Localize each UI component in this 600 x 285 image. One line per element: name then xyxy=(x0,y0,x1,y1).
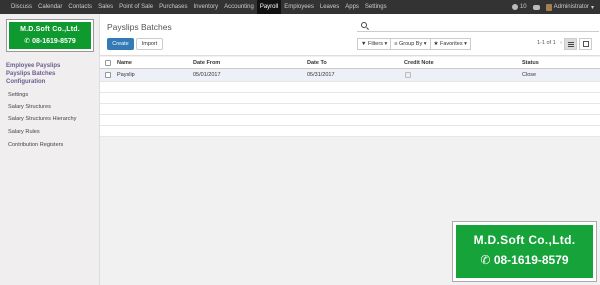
favorites-dropdown[interactable]: ★ Favorites ▾ xyxy=(429,38,471,50)
menu-employees[interactable]: Employees xyxy=(281,0,317,14)
search-options: ▼ Filters ▾ ≡ Group By ▾ ★ Favorites ▾ xyxy=(357,38,471,50)
chat-icon[interactable] xyxy=(532,4,540,10)
edit-icon xyxy=(583,41,589,47)
column-header-credit-note[interactable]: Credit Note xyxy=(404,60,434,66)
menu-leaves[interactable]: Leaves xyxy=(317,0,342,14)
empty-row xyxy=(100,104,600,115)
menu-sales[interactable]: Sales xyxy=(95,0,116,14)
logo-company-name: M.D.Soft Co.,Ltd. xyxy=(20,26,80,33)
systray: 10 Administrator ▾ xyxy=(511,0,594,14)
menu-settings[interactable]: Settings xyxy=(362,0,390,14)
menu-purchases[interactable]: Purchases xyxy=(156,0,190,14)
logo-phone: ✆ 08-1619-8579 xyxy=(9,37,91,45)
column-header-date-to[interactable]: Date To xyxy=(307,60,327,66)
avatar xyxy=(545,3,552,11)
search-input[interactable] xyxy=(357,20,599,32)
company-logo-watermark: M.D.Soft Co.,Ltd. ✆ 08-1619-8579 xyxy=(452,221,597,282)
watermark-company-name: M.D.Soft Co.,Ltd. xyxy=(473,233,576,247)
menu-apps[interactable]: Apps xyxy=(342,0,362,14)
chevron-down-icon: ▾ xyxy=(590,4,594,11)
app-menu: Discuss Calendar Contacts Sales Point of… xyxy=(0,0,390,14)
sidebar-item-contribution-registers[interactable]: Contribution Registers xyxy=(8,142,63,148)
cell-date-to: 05/31/2017 xyxy=(307,72,335,78)
list-icon xyxy=(568,42,574,47)
sidebar-item-payslips-batches[interactable]: Payslips Batches xyxy=(6,71,55,77)
empty-row xyxy=(100,115,600,126)
menu-calendar[interactable]: Calendar xyxy=(35,0,65,14)
notification-count: 10 xyxy=(519,4,527,10)
phone-icon: ✆ xyxy=(480,253,491,267)
sidebar-item-settings[interactable]: Settings xyxy=(8,92,28,98)
column-header-name[interactable]: Name xyxy=(117,60,132,66)
table-header: Name Date From Date To Credit Note Statu… xyxy=(100,57,600,69)
cell-name: Payslip xyxy=(117,72,135,78)
page-title: Payslips Batches xyxy=(107,22,172,32)
sidebar-item-employee-payslips[interactable]: Employee Payslips xyxy=(6,63,60,69)
empty-row xyxy=(100,93,600,104)
form-view-button[interactable] xyxy=(579,38,592,50)
table-row[interactable]: Payslip 05/01/2017 05/31/2017 Close xyxy=(100,69,600,82)
activity-indicator[interactable]: 10 xyxy=(511,4,527,10)
list-table: Name Date From Date To Credit Note Statu… xyxy=(100,57,600,137)
column-header-status[interactable]: Status xyxy=(522,60,539,66)
watermark-phone: ✆ 08-1619-8579 xyxy=(456,253,593,267)
column-header-date-from[interactable]: Date From xyxy=(193,60,220,66)
filters-dropdown[interactable]: ▼ Filters ▾ xyxy=(357,38,392,50)
sidebar-section-configuration: Configuration xyxy=(6,79,46,85)
control-panel: Payslips Batches Create Import ▼ Filters… xyxy=(100,14,600,56)
phone-icon: ✆ xyxy=(24,38,31,45)
sidebar-item-salary-rules[interactable]: Salary Rules xyxy=(8,129,40,135)
row-checkbox[interactable] xyxy=(105,72,111,78)
menu-discuss[interactable]: Discuss xyxy=(8,0,35,14)
company-logo: M.D.Soft Co.,Ltd. ✆ 08-1619-8579 xyxy=(6,19,94,52)
menu-accounting[interactable]: Accounting xyxy=(221,0,257,14)
menu-payroll[interactable]: Payroll xyxy=(256,0,282,14)
logo-phone-number: 08-1619-8579 xyxy=(32,38,76,45)
user-name: Administrator xyxy=(553,4,589,10)
menu-point-of-sale[interactable]: Point of Sale xyxy=(116,0,156,14)
search-icon[interactable] xyxy=(361,22,367,28)
list-view-button[interactable] xyxy=(564,38,577,50)
cell-status: Close xyxy=(522,72,537,78)
top-navbar: Discuss Calendar Contacts Sales Point of… xyxy=(0,0,600,14)
menu-contacts[interactable]: Contacts xyxy=(65,0,95,14)
watermark-phone-number: 08-1619-8579 xyxy=(493,253,569,267)
empty-row xyxy=(100,82,600,93)
import-button[interactable]: Import xyxy=(136,38,163,50)
menu-inventory[interactable]: Inventory xyxy=(190,0,221,14)
sidebar-item-salary-structures-hierarchy[interactable]: Salary Structures Hierarchy xyxy=(8,116,76,122)
create-button[interactable]: Create xyxy=(107,38,134,50)
credit-note-checkbox xyxy=(405,72,411,78)
pager-value[interactable]: 1-1 of 1 xyxy=(537,40,556,46)
empty-row xyxy=(100,126,600,137)
activity-icon xyxy=(511,4,518,10)
user-menu[interactable]: Administrator ▾ xyxy=(545,3,594,11)
group-by-dropdown[interactable]: ≡ Group By ▾ xyxy=(390,38,431,50)
cell-date-from: 05/01/2017 xyxy=(193,72,221,78)
sidebar: M.D.Soft Co.,Ltd. ✆ 08-1619-8579 Employee… xyxy=(0,14,100,285)
sidebar-item-salary-structures[interactable]: Salary Structures xyxy=(8,104,51,110)
select-all-checkbox[interactable] xyxy=(105,60,111,66)
